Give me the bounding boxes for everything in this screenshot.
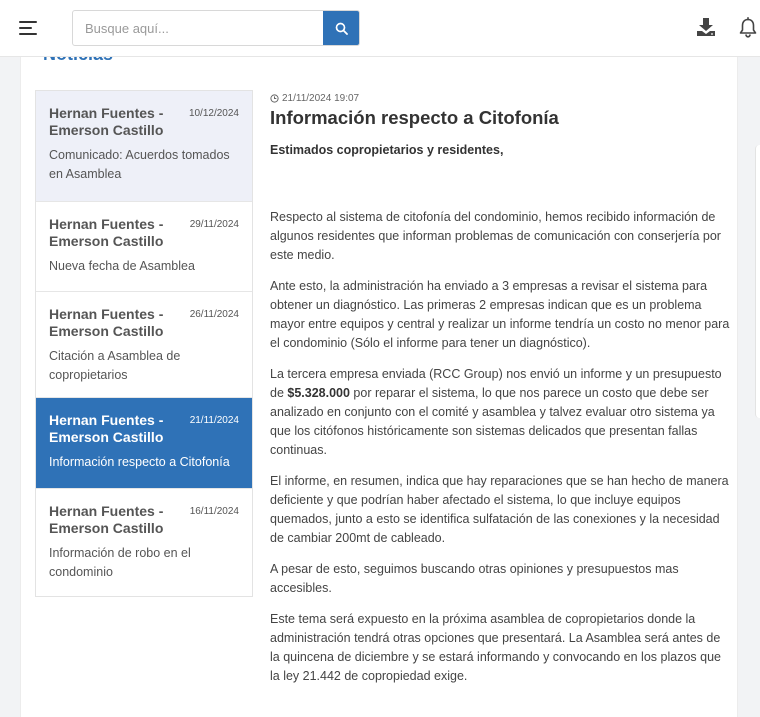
news-item-author: Hernan Fuentes - Emerson Castillo [49,306,164,339]
side-panel-edge [755,145,760,418]
article-timestamp: 21/11/2024 19:07 [282,92,360,104]
article-paragraph: A pesar de esto, seguimos buscando otras… [270,562,679,595]
budget-amount: $5.328.000 [287,386,350,400]
news-item[interactable]: Hernan Fuentes - Emerson Castillo 26/11/… [36,292,252,398]
news-item-author: Hernan Fuentes - Emerson Castillo [49,503,164,536]
news-item-subject: Información de robo en el condominio [49,546,191,579]
news-item-subject: Información respecto a Citofonía [49,455,230,469]
search-button[interactable] [323,11,359,45]
news-item-date: 26/11/2024 [189,309,239,320]
article-paragraph: El informe, en resumen, indica que hay r… [270,474,729,545]
search-box [72,10,360,46]
article-title: Información respecto a Citofonía [270,107,559,128]
news-item-date: 21/11/2024 [189,415,239,426]
search-icon [335,22,348,35]
clock-icon [270,93,279,103]
article-paragraph: Respecto al sistema de citofonía del con… [270,210,721,262]
news-item-date: 16/11/2024 [189,506,239,517]
menu-icon[interactable] [19,19,39,37]
news-list: Hernan Fuentes - Emerson Castillo 10/12/… [35,90,253,597]
top-bar [0,0,760,57]
news-item-author: Hernan Fuentes - Emerson Castillo [49,412,164,445]
article-paragraph: La tercera empresa enviada (RCC Group) n… [270,365,730,460]
news-item[interactable]: Hernan Fuentes - Emerson Castillo 16/11/… [36,489,252,596]
article-greeting: Estimados copropietarios y residentes, [270,143,504,157]
news-item-subject: Comunicado: Acuerdos tomados en Asamblea [49,148,230,181]
news-item[interactable]: Hernan Fuentes - Emerson Castillo 29/11/… [36,202,252,292]
article: 21/11/2024 19:07 Información respecto a … [270,92,730,698]
news-item[interactable]: Hernan Fuentes - Emerson Castillo 10/12/… [36,91,252,202]
news-panel: Noticias Hernan Fuentes - Emerson Castil… [20,57,738,717]
news-item-subject: Citación a Asamblea de copropietarios [49,349,181,382]
article-paragraph: Este tema será expuesto en la próxima as… [270,612,721,683]
news-item-date: 10/12/2024 [188,108,239,119]
news-item-author: Hernan Fuentes - Emerson Castillo [49,105,164,138]
news-item-subject: Nueva fecha de Asamblea [49,259,195,273]
page-title: Noticias [43,57,113,65]
notification-bell-icon[interactable] [738,17,758,39]
search-input[interactable] [73,11,325,45]
news-item-active[interactable]: Hernan Fuentes - Emerson Castillo 21/11/… [36,398,252,489]
news-item-date: 29/11/2024 [189,219,239,230]
article-meta: 21/11/2024 19:07 [270,92,730,104]
news-item-author: Hernan Fuentes - Emerson Castillo [49,216,164,249]
download-icon[interactable] [695,16,717,38]
article-paragraph: Ante esto, la administración ha enviado … [270,279,730,350]
